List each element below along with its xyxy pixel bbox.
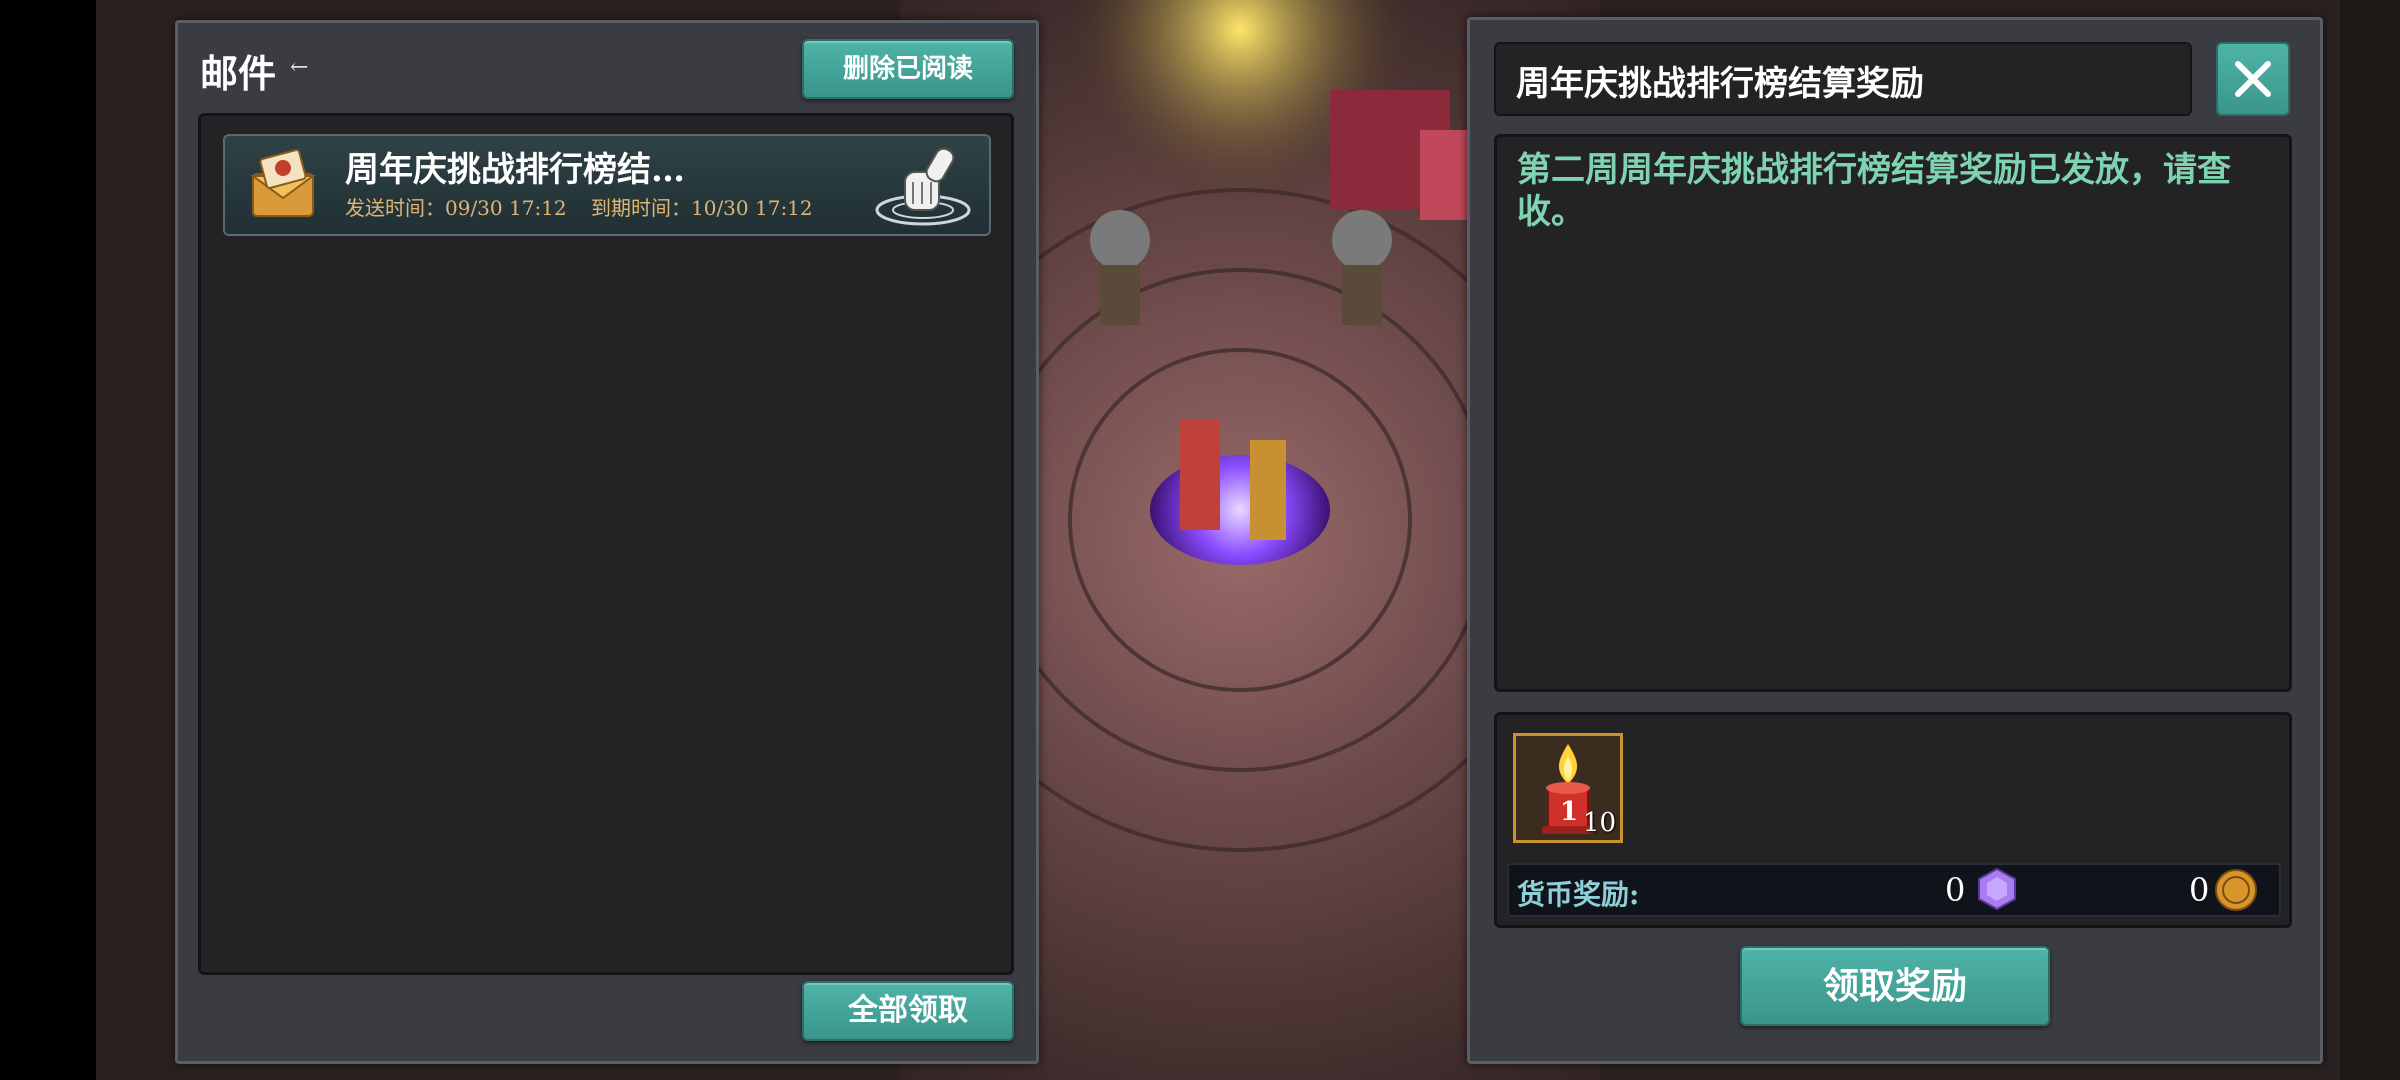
mail-meta: 发送时间：09/30 17:12 到期时间：10/30 17:12 [345, 192, 831, 221]
reward-item-count: 10 [1582, 808, 1616, 838]
delete-read-button[interactable]: 删除已阅读 [802, 39, 1014, 99]
hand-claim-icon[interactable] [871, 138, 975, 232]
currency-reward-bar: 货币奖励: 0 0 [1507, 863, 2281, 917]
mail-list-item[interactable]: 周年庆挑战排行榜结… 发送时间：09/30 17:12 到期时间：10/30 1… [223, 134, 991, 236]
claim-all-button[interactable]: 全部领取 [802, 981, 1014, 1041]
mail-panel: 邮件 ← 删除已阅读 周年庆挑战排行榜结… 发送时间：09/30 17:12 到… [175, 20, 1039, 1064]
reward-box: 1 10 货币奖励: 0 0 [1494, 712, 2292, 928]
gem-icon [1978, 867, 2016, 911]
detail-body-text: 第二周周年庆挑战排行榜结算奖励已发放，请查收。 [1517, 150, 2231, 232]
letterbox-left [0, 0, 96, 1080]
reward-item-slot[interactable]: 1 10 [1513, 733, 1623, 843]
currency-reward-label: 货币奖励: [1517, 878, 1640, 911]
close-icon [2235, 61, 2271, 97]
gem-reward-value: 0 [1945, 871, 1966, 909]
coin-reward-value: 0 [2189, 871, 2210, 909]
mail-subject: 周年庆挑战排行榜结… [345, 150, 685, 190]
detail-title-box: 周年庆挑战排行榜结算奖励 [1494, 42, 2192, 116]
mail-detail-panel: 周年庆挑战排行榜结算奖励 第二周周年庆挑战排行榜结算奖励已发放，请查收。 1 1… [1467, 17, 2323, 1064]
svg-text:1: 1 [1560, 797, 1578, 827]
mail-list: 周年庆挑战排行榜结… 发送时间：09/30 17:12 到期时间：10/30 1… [198, 113, 1014, 975]
close-button[interactable] [2216, 42, 2290, 116]
back-arrow-icon[interactable]: ← [290, 55, 308, 80]
detail-body-box: 第二周周年庆挑战排行榜结算奖励已发放，请查收。 [1494, 134, 2292, 692]
mail-send-time: 发送时间：09/30 17:12 [345, 196, 567, 220]
envelope-icon [249, 149, 317, 217]
claim-reward-button[interactable]: 领取奖励 [1740, 946, 2050, 1026]
mail-expire-time: 到期时间：10/30 17:12 [591, 196, 813, 220]
detail-title: 周年庆挑战排行榜结算奖励 [1516, 64, 1924, 104]
coin-icon [2215, 869, 2257, 911]
mail-panel-title: 邮件 [200, 51, 277, 96]
